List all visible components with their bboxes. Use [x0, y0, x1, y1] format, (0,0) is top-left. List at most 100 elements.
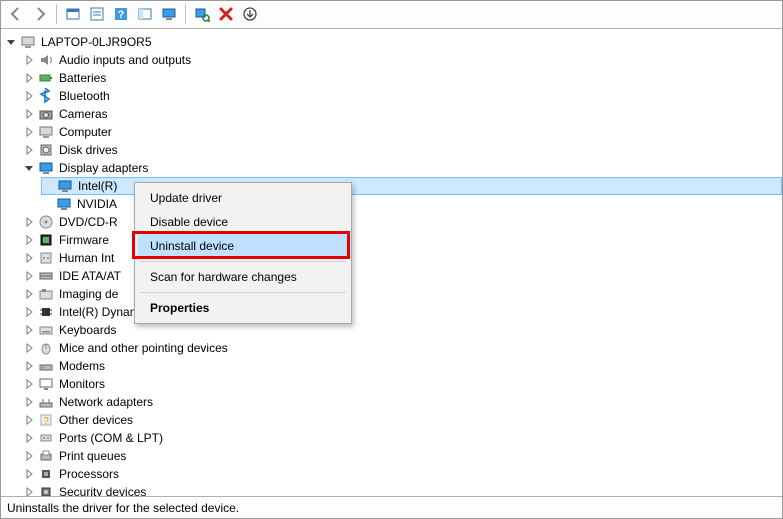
chevron-right-icon[interactable] — [23, 108, 35, 120]
chevron-right-icon[interactable] — [23, 468, 35, 480]
view-button[interactable] — [134, 3, 156, 25]
display-icon — [56, 196, 72, 212]
chevron-right-icon[interactable] — [23, 270, 35, 282]
tree-node[interactable]: Security devices — [23, 483, 782, 497]
ide-icon — [38, 268, 54, 284]
tree-node[interactable]: Display adapters — [23, 159, 782, 177]
help-button[interactable]: ? — [110, 3, 132, 25]
tree-node-label: Mice and other pointing devices — [57, 341, 230, 355]
tree-node-label: Print queues — [57, 449, 128, 463]
toolbar-separator — [56, 4, 57, 24]
tree-node[interactable]: Monitors — [23, 375, 782, 393]
tree-node[interactable]: Bluetooth — [23, 87, 782, 105]
menu-item-disable-device[interactable]: Disable device — [138, 210, 348, 234]
tree-node[interactable]: Processors — [23, 465, 782, 483]
camera-icon — [38, 106, 54, 122]
properties-button[interactable] — [86, 3, 108, 25]
chevron-right-icon[interactable] — [23, 342, 35, 354]
tree-node-label: Bluetooth — [57, 89, 112, 103]
tree-node[interactable]: Disk drives — [23, 141, 782, 159]
chevron-down-icon[interactable] — [5, 36, 17, 48]
svg-text:?: ? — [118, 9, 125, 21]
chevron-right-icon[interactable] — [23, 126, 35, 138]
disk-icon — [38, 142, 54, 158]
chevron-right-icon[interactable] — [23, 54, 35, 66]
chevron-right-icon[interactable] — [23, 486, 35, 497]
menu-item-uninstall-device[interactable]: Uninstall device — [138, 234, 348, 258]
remove-button[interactable] — [215, 3, 237, 25]
security-icon — [38, 484, 54, 497]
update-button[interactable] — [239, 3, 261, 25]
scan-hardware-button[interactable] — [191, 3, 213, 25]
device-tree[interactable]: LAPTOP-0LJR9OR5 Audio inputs and outputs B… — [1, 29, 782, 497]
forward-button[interactable] — [29, 3, 51, 25]
chevron-right-icon[interactable] — [23, 234, 35, 246]
tree-node-label: Ports (COM & LPT) — [57, 431, 165, 445]
battery-icon — [38, 70, 54, 86]
tree-node[interactable]: Network adapters — [23, 393, 782, 411]
tree-node-label: Audio inputs and outputs — [57, 53, 193, 67]
chevron-right-icon[interactable] — [23, 252, 35, 264]
toolbar-separator — [185, 4, 186, 24]
chevron-right-icon[interactable] — [23, 396, 35, 408]
toolbar: ? — [1, 1, 782, 29]
hid-icon — [38, 250, 54, 266]
computer-icon — [38, 124, 54, 140]
firmware-icon — [38, 232, 54, 248]
tree-node-label: Cameras — [57, 107, 110, 121]
tree-node[interactable]: Batteries — [23, 69, 782, 87]
tree-node[interactable]: Audio inputs and outputs — [23, 51, 782, 69]
content-area: LAPTOP-0LJR9OR5 Audio inputs and outputs B… — [1, 29, 782, 497]
tree-root-node[interactable]: LAPTOP-0LJR9OR5 — [5, 33, 782, 51]
tree-node[interactable]: Modems — [23, 357, 782, 375]
tree-node[interactable]: Cameras — [23, 105, 782, 123]
tree-node[interactable]: Computer — [23, 123, 782, 141]
chevron-right-icon[interactable] — [23, 450, 35, 462]
keyboard-icon — [38, 322, 54, 338]
chevron-down-icon[interactable] — [23, 162, 35, 174]
tree-root-label: LAPTOP-0LJR9OR5 — [39, 35, 154, 49]
tree-node-label: Display adapters — [57, 161, 150, 175]
remote-computer-button[interactable] — [158, 3, 180, 25]
chevron-right-icon[interactable] — [23, 378, 35, 390]
chevron-right-icon[interactable] — [23, 432, 35, 444]
ports-icon — [38, 430, 54, 446]
menu-item-scan-for-hardware-changes[interactable]: Scan for hardware changes — [138, 265, 348, 289]
tree-node-label: Intel(R) — [76, 179, 119, 193]
printer-icon — [38, 448, 54, 464]
tree-node[interactable]: Ports (COM & LPT) — [23, 429, 782, 447]
menu-item-update-driver[interactable]: Update driver — [138, 186, 348, 210]
menu-item-properties[interactable]: Properties — [138, 296, 348, 320]
chevron-right-icon[interactable] — [23, 324, 35, 336]
tree-node[interactable]: ? Other devices — [23, 411, 782, 429]
chevron-right-icon[interactable] — [23, 144, 35, 156]
tree-node-label: IDE ATA/AT — [57, 269, 123, 283]
chevron-right-icon[interactable] — [23, 414, 35, 426]
display-icon — [57, 178, 73, 194]
chevron-right-icon[interactable] — [23, 90, 35, 102]
tree-node[interactable]: Mice and other pointing devices — [23, 339, 782, 357]
cpu-icon — [38, 466, 54, 482]
svg-text:?: ? — [43, 416, 49, 427]
tree-node-label: Other devices — [57, 413, 135, 427]
monitor-icon — [38, 376, 54, 392]
other-icon: ? — [38, 412, 54, 428]
dvd-icon — [38, 214, 54, 230]
tree-node-label: Modems — [57, 359, 107, 373]
show-hidden-button[interactable] — [62, 3, 84, 25]
modem-icon — [38, 358, 54, 374]
chevron-right-icon[interactable] — [23, 306, 35, 318]
chevron-right-icon[interactable] — [23, 216, 35, 228]
context-menu: Update driverDisable deviceUninstall dev… — [134, 182, 352, 324]
menu-separator — [140, 292, 346, 293]
chevron-right-icon[interactable] — [23, 360, 35, 372]
display-icon — [38, 160, 54, 176]
tree-node-label: Firmware — [57, 233, 111, 247]
tree-node-label: Network adapters — [57, 395, 155, 409]
chevron-right-icon[interactable] — [23, 72, 35, 84]
menu-separator — [140, 261, 346, 262]
computer-icon — [20, 34, 36, 50]
chevron-right-icon[interactable] — [23, 288, 35, 300]
tree-node[interactable]: Print queues — [23, 447, 782, 465]
back-button[interactable] — [5, 3, 27, 25]
